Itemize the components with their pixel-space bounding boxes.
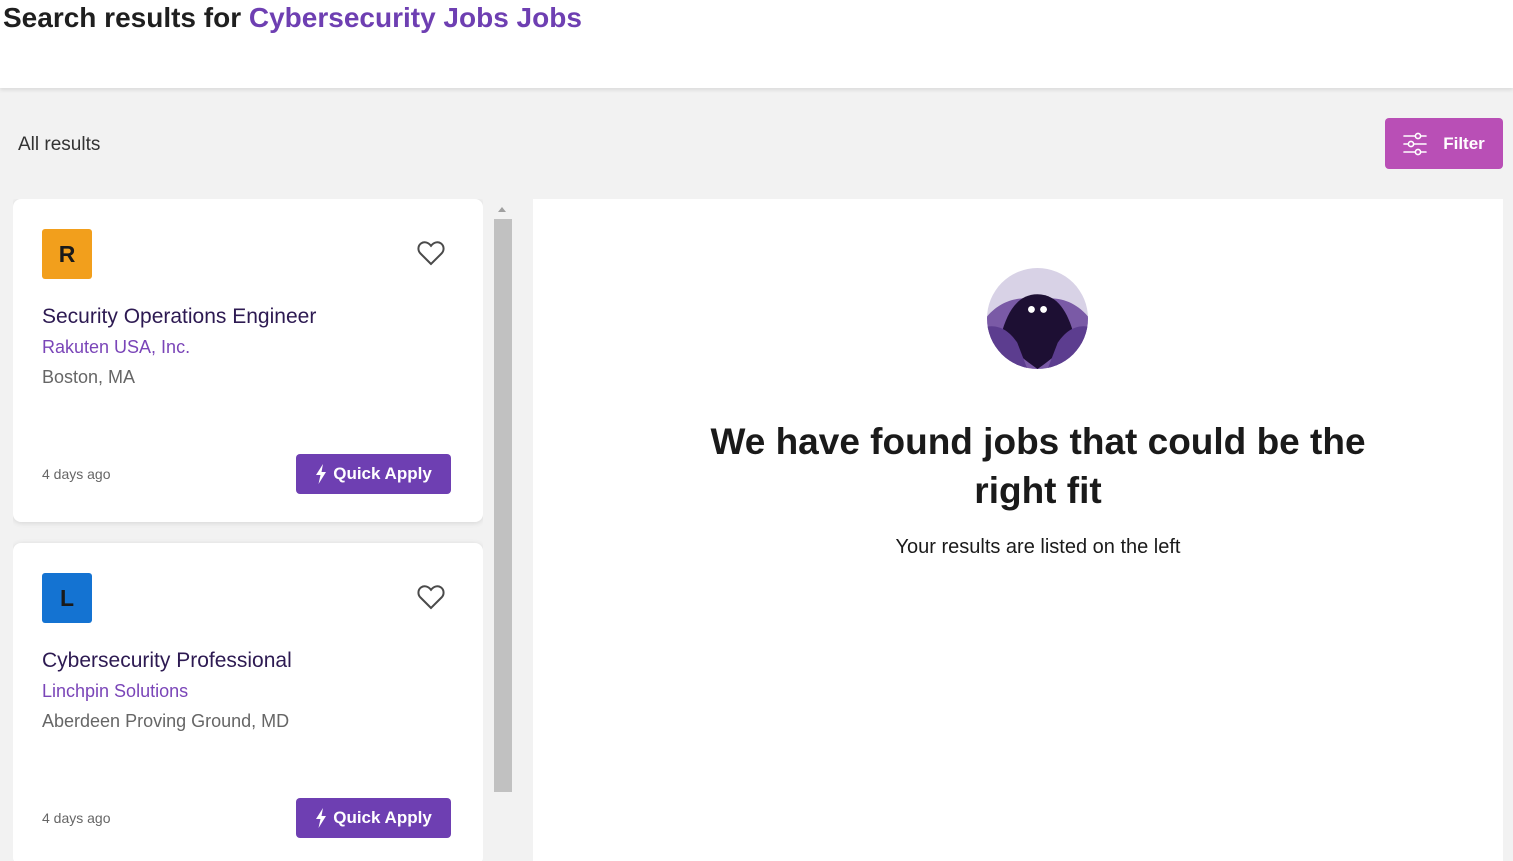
filter-label: Filter [1443, 133, 1485, 153]
company-name[interactable]: Rakuten USA, Inc. [42, 337, 190, 358]
detail-subtext: Your results are listed on the left [895, 536, 1181, 558]
posted-date: 4 days ago [42, 810, 111, 826]
company-name[interactable]: Linchpin Solutions [42, 681, 188, 702]
job-detail-panel: We have found jobs that could be the rig… [533, 199, 1503, 861]
mascot-illustration [987, 268, 1088, 369]
job-list: R Security Operations Engineer Rakuten U… [13, 199, 483, 861]
scroll-thumb[interactable] [494, 219, 512, 792]
top-header: Search results for Cybersecurity Jobs Jo… [0, 0, 1513, 88]
company-logo: R [42, 229, 92, 279]
lightning-icon [315, 808, 327, 828]
job-location: Aberdeen Proving Ground, MD [42, 711, 290, 731]
quick-apply-label: Quick Apply [333, 464, 432, 483]
job-card[interactable]: L Cybersecurity Professional Linchpin So… [13, 543, 483, 861]
page-title-prefix: Search results for [3, 2, 242, 33]
filter-button[interactable]: Filter [1385, 118, 1503, 169]
heart-icon [413, 240, 449, 266]
job-list-scrollbar[interactable] [494, 204, 512, 861]
search-query: Cybersecurity Jobs Jobs [248, 2, 582, 33]
posted-date: 4 days ago [42, 466, 111, 482]
job-title[interactable]: Cybersecurity Professional [42, 649, 292, 673]
job-card[interactable]: R Security Operations Engineer Rakuten U… [13, 199, 483, 522]
results-label: All results [18, 134, 101, 155]
quick-apply-label: Quick Apply [333, 808, 432, 827]
scroll-up-arrow[interactable] [498, 207, 506, 212]
save-job-button[interactable] [413, 581, 449, 613]
heart-icon [413, 584, 449, 610]
sliders-icon [1403, 132, 1428, 156]
lightning-icon [315, 464, 327, 484]
job-location: Boston, MA [42, 367, 136, 387]
job-title[interactable]: Security Operations Engineer [42, 305, 316, 329]
detail-heading: We have found jobs that could be the rig… [710, 421, 1366, 511]
quick-apply-button[interactable]: Quick Apply [296, 454, 451, 494]
quick-apply-button[interactable]: Quick Apply [296, 798, 451, 838]
company-logo: L [42, 573, 92, 623]
save-job-button[interactable] [413, 237, 449, 269]
page-title: Search results for Cybersecurity Jobs Jo… [3, 2, 582, 34]
